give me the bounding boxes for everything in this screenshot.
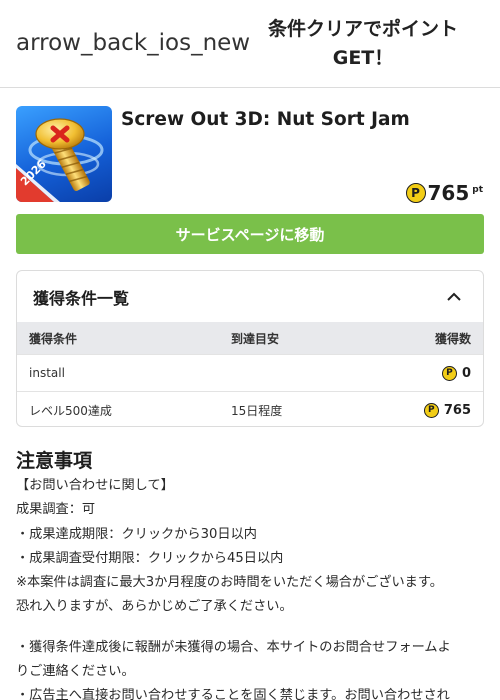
page-title-line1: 条件クリアでポイント (267, 18, 458, 40)
column-header-target: 到達目安 (231, 331, 280, 346)
row-points-cell: P 0 (381, 365, 483, 381)
notes-line: ※本案件は調査に最大3か月程度のお時間をいただく場合がございます。 (16, 575, 443, 591)
notes-line: ・獲得条件達成後に報酬が未獲得の場合、本サイトのお問合せフォームよ (16, 639, 451, 655)
app-icon: 2026 (16, 106, 112, 202)
conditions-table-header: 獲得条件 到達目安 獲得数 (17, 322, 483, 354)
app-header: arrow_back_ios_new 条件クリアでポイント GET！ (0, 0, 500, 88)
column-header-points: 獲得数 (434, 331, 471, 346)
conditions-panel: 獲得条件一覧 獲得条件 到達目安 獲得数 install P 0 レベル500達… (16, 270, 484, 427)
page-title-line2: GET！ (332, 47, 394, 69)
notes-body: 【お問い合わせに関して】 成果調査：可 ・成果達成期限：クリックから30日以内 … (16, 474, 492, 700)
notes-line: ・広告主へ直接お問い合わせすることを固く禁じます。お問い合わせされ (16, 688, 450, 700)
point-coin-icon: P (441, 365, 457, 381)
page-title: 条件クリアでポイント GET！ (250, 15, 476, 73)
row-points: 765 (443, 402, 471, 418)
notes-line: 成果調査：可 (16, 502, 96, 518)
points-unit: pt (472, 185, 483, 195)
point-coin-icon: P (423, 402, 439, 418)
row-points: 0 (461, 365, 471, 381)
points-value: 765 (427, 181, 470, 205)
back-button[interactable]: arrow_back_ios_new (16, 30, 250, 56)
row-condition: install (29, 366, 65, 380)
screw-logo-icon (16, 118, 104, 202)
row-condition: レベル500達成 (29, 403, 112, 418)
notes-title: 注意事項 (16, 450, 93, 472)
point-coin-icon: P (405, 183, 426, 203)
service-page-button[interactable]: サービスページに移動 (16, 214, 484, 254)
notes-line: りご連絡ください。 (16, 664, 135, 680)
reward-points: P 765 pt (405, 180, 483, 206)
notes-line: 恐れ入りますが、あらかじめご了承ください。 (16, 599, 293, 615)
chevron-up-icon[interactable] (443, 286, 465, 308)
notes-line: ・成果達成期限：クリックから30日以内 (16, 526, 257, 542)
column-header-condition: 獲得条件 (29, 331, 78, 346)
conditions-toggle[interactable]: 獲得条件一覧 (17, 271, 483, 322)
conditions-title: 獲得条件一覧 (33, 288, 130, 308)
row-points-cell: P 765 (381, 402, 483, 418)
app-name: Screw Out 3D: Nut Sort Jam (121, 109, 410, 130)
notes-spacer (16, 620, 492, 636)
table-row: install P 0 (17, 354, 483, 391)
table-row: レベル500達成 15日程度 P 765 (17, 391, 483, 426)
row-target: 15日程度 (231, 403, 283, 418)
notes-line: ・成果調査受付期限：クリックから45日以内 (16, 550, 284, 566)
notes-line: 【お問い合わせに関して】 (16, 478, 174, 493)
